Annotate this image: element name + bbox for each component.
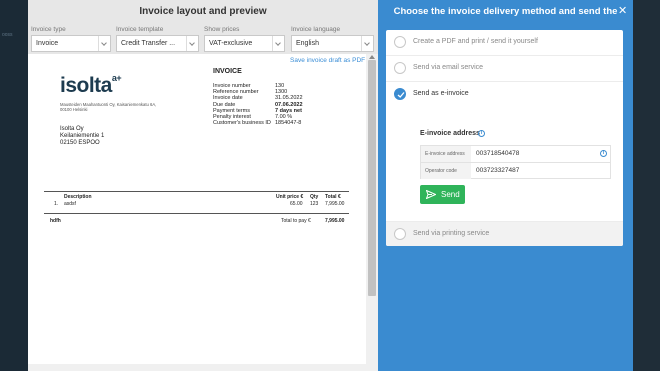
- col-qty: Qty: [310, 194, 319, 200]
- option-label: Send via email service: [413, 64, 484, 71]
- send-button[interactable]: Send: [420, 185, 465, 204]
- option-create-pdf[interactable]: Create a PDF and print / send it yoursel…: [386, 30, 623, 55]
- recipient-address: Isolta Oy Keilaniementie 1 02150 ESPOO: [60, 126, 105, 146]
- option-label: Create a PDF and print / send it yoursel…: [413, 38, 538, 45]
- horizontal-scrollbar[interactable]: [28, 364, 366, 371]
- table-top-rule: [44, 191, 349, 192]
- radio-icon[interactable]: [394, 62, 406, 74]
- invoice-meta: Invoice number 130 Reference number 1300 I…: [213, 83, 303, 126]
- show-prices-field: Show prices VAT-exclusive: [204, 25, 285, 52]
- chevron-down-icon: [272, 36, 281, 51]
- option-label: Send via printing service: [413, 230, 490, 237]
- show-prices-label: Show prices: [204, 26, 240, 33]
- delivery-method-panel: Choose the invoice delivery method and s…: [378, 0, 633, 371]
- footer-note: hdfh: [50, 218, 61, 224]
- einvoice-section-title: E-invoice address: [420, 130, 480, 137]
- operator-code-value: 003723327487: [476, 167, 520, 174]
- row-index: 1.: [54, 201, 59, 207]
- invoice-language-field: Invoice language English: [291, 25, 374, 52]
- invoice-template-field: Invoice template Credit Transfer ...: [116, 25, 199, 52]
- invoice-language-select[interactable]: English: [291, 35, 374, 52]
- invoice-type-select[interactable]: Invoice: [31, 35, 111, 52]
- invoice-template-value: Credit Transfer ...: [121, 40, 176, 47]
- preview-scrollbar[interactable]: [366, 54, 378, 371]
- invoice-language-value: English: [296, 40, 319, 47]
- option-printing-service[interactable]: Send via printing service: [386, 222, 623, 246]
- background-sidebar: ooss: [0, 0, 28, 371]
- chevron-down-icon: [98, 36, 107, 51]
- radio-icon[interactable]: [394, 228, 406, 240]
- send-button-label: Send: [441, 190, 460, 199]
- invoice-template-select[interactable]: Credit Transfer ...: [116, 35, 199, 52]
- total-value: 7,995.00: [325, 218, 345, 224]
- close-icon[interactable]: ✕: [618, 4, 627, 18]
- row-unit-price: 65.00: [290, 201, 303, 207]
- invoice-preview-modal: Invoice layout and preview Invoice type …: [28, 0, 378, 371]
- info-icon[interactable]: i: [478, 130, 485, 137]
- row-total: 7,995.00: [325, 201, 345, 207]
- invoice-heading: INVOICE: [213, 68, 242, 75]
- show-prices-value: VAT-exclusive: [209, 40, 253, 47]
- scroll-thumb[interactable]: [368, 60, 376, 296]
- row-description: asdsf: [64, 201, 76, 207]
- info-icon[interactable]: i: [600, 150, 607, 157]
- send-icon: [426, 190, 436, 199]
- invoice-options-row: Invoice type Invoice Invoice template Cr…: [28, 25, 378, 55]
- operator-code-label: Operator code: [421, 163, 471, 179]
- chevron-down-icon: [186, 36, 195, 51]
- radio-icon[interactable]: [394, 36, 406, 48]
- invoice-type-value: Invoice: [36, 40, 59, 47]
- meta-row: Customer's business ID 1854047-8: [213, 120, 302, 127]
- invoice-type-label: Invoice type: [31, 26, 66, 33]
- show-prices-select[interactable]: VAT-exclusive: [204, 35, 285, 52]
- delivery-options-card: Create a PDF and print / send it yoursel…: [386, 30, 623, 246]
- invoice-type-field: Invoice type Invoice: [31, 25, 111, 52]
- invoice-template-label: Invoice template: [116, 26, 164, 33]
- radio-checked-icon[interactable]: [394, 88, 406, 100]
- einvoice-address-value: 003718540478: [476, 150, 520, 157]
- col-unit-price: Unit price €: [276, 194, 304, 200]
- background-sidebar-text: ooss: [2, 32, 13, 38]
- invoice-language-label: Invoice language: [291, 26, 341, 33]
- company-logo: isoltaa+: [60, 73, 122, 97]
- row-qty: 123: [310, 201, 319, 207]
- sender-address: Mausteiden Maahantuonti Oy, Kaisaniemenk…: [60, 102, 157, 112]
- delivery-panel-title: Choose the invoice delivery method and s…: [393, 6, 618, 41]
- scroll-up-icon[interactable]: [369, 55, 375, 59]
- operator-code-row: Operator code 003723327487: [421, 163, 610, 179]
- preview-modal-title: Invoice layout and preview: [139, 6, 267, 17]
- col-total: Total €: [325, 194, 341, 200]
- option-email-service[interactable]: Send via email service: [386, 56, 623, 81]
- option-label: Send as e-invoice: [413, 90, 469, 97]
- chevron-down-icon: [361, 36, 370, 51]
- table-bottom-rule: [44, 213, 349, 214]
- einvoice-address-box: E-invoice address 003718540478 i Operato…: [420, 145, 611, 179]
- save-draft-pdf-link[interactable]: Save invoice draft as PDF: [290, 57, 365, 64]
- einvoice-address-label: E-invoice address: [421, 146, 471, 162]
- col-description: Description: [64, 194, 92, 200]
- total-label: Total to pay €: [281, 218, 311, 224]
- option-einvoice[interactable]: Send as e-invoice: [386, 82, 623, 107]
- einvoice-address-row: E-invoice address 003718540478 i: [421, 146, 610, 162]
